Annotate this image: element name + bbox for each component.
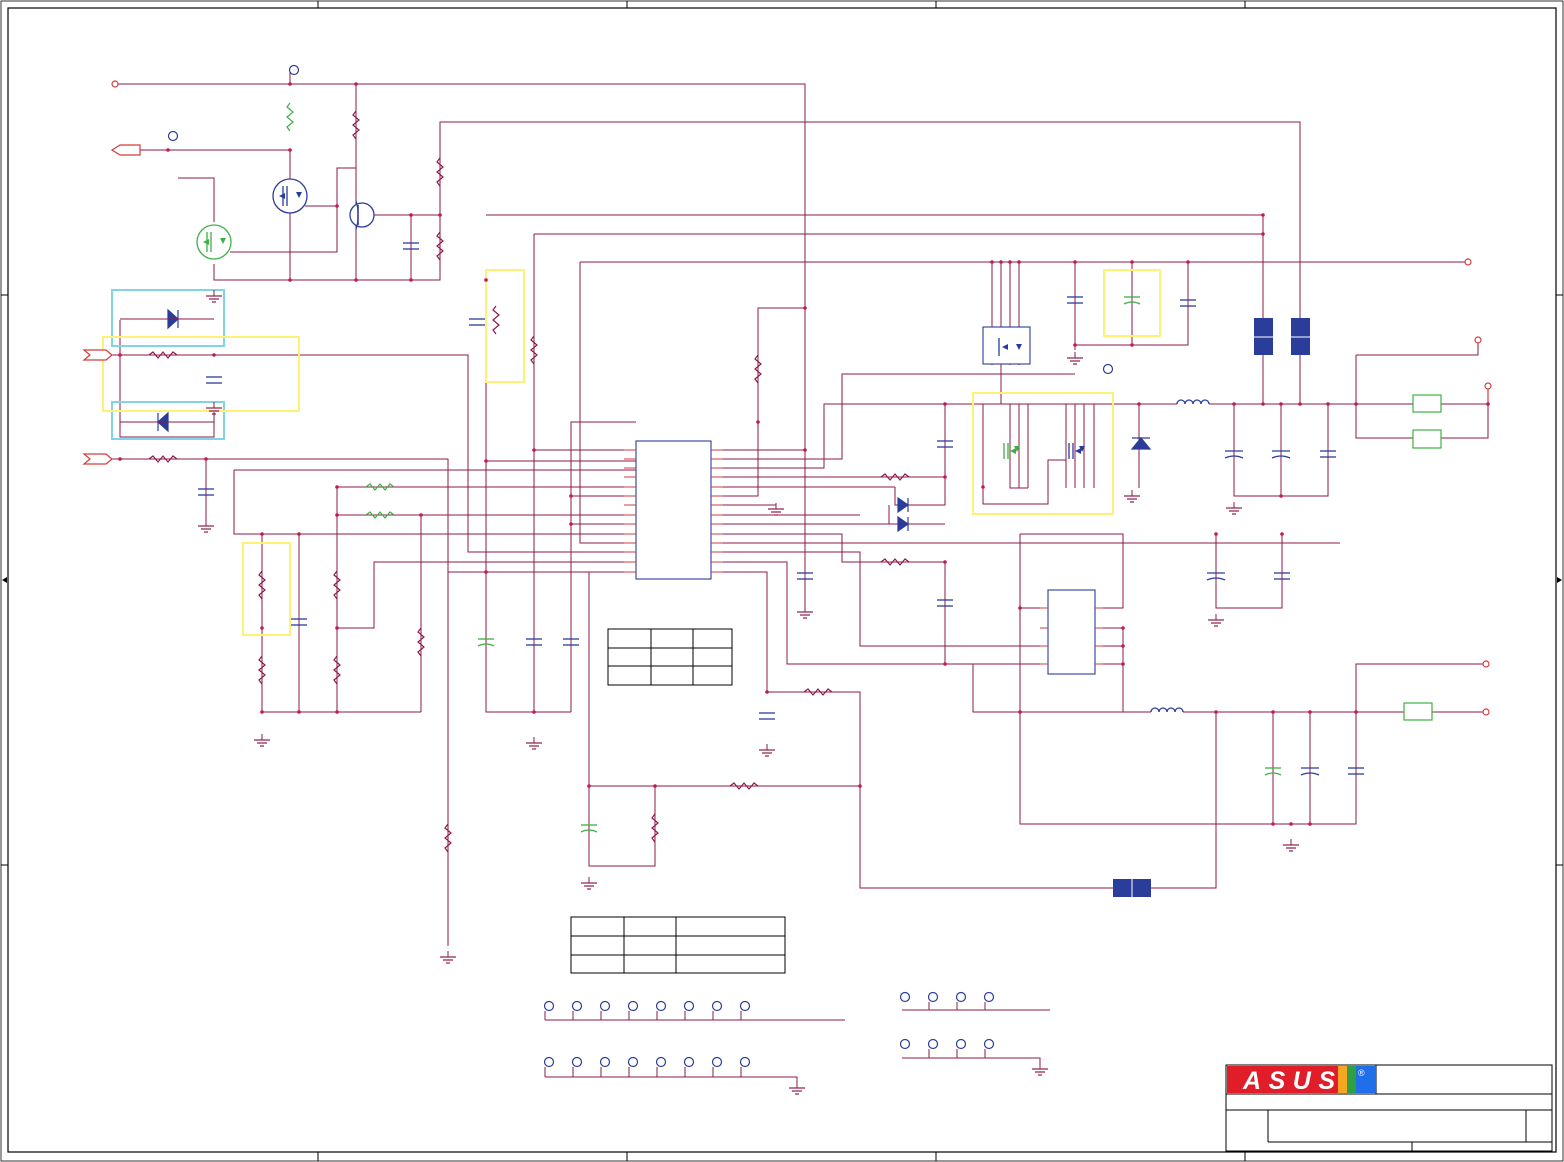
- asus-logo: ASUS ®: [1227, 1066, 1376, 1095]
- junction-dots: [118, 82, 1490, 826]
- sheet-frame: [0, 0, 1564, 1162]
- mosfet-icon: [1003, 443, 1020, 459]
- config-table-1: [607, 628, 733, 686]
- inductor-icon: [1150, 707, 1184, 713]
- resistor-icon: [286, 102, 294, 132]
- title-block: ASUS ®: [1225, 1064, 1553, 1152]
- output-fuses: [1403, 394, 1442, 721]
- wire-net: [106, 70, 1489, 946]
- diode-icon: [120, 308, 214, 330]
- config-table-2: [570, 916, 786, 974]
- mosfet-icon: [1068, 443, 1085, 459]
- capacitors: [197, 242, 1365, 833]
- test-points: [167, 64, 1114, 375]
- offpage-connector-icon: [82, 349, 113, 361]
- offpage-connector-icon: [110, 144, 141, 156]
- diode-icon: [1130, 437, 1152, 450]
- offpage-connector-icon: [82, 453, 113, 465]
- mosfet-icon: [272, 178, 308, 214]
- test-point-rows: [543, 991, 1050, 1083]
- mosfet-icon: [196, 224, 232, 260]
- inductor-icon: [1176, 399, 1210, 405]
- diode-icon: [120, 411, 214, 433]
- mosfet-icon: [982, 326, 1031, 365]
- schematic-sheet: ASUS ®: [0, 0, 1564, 1162]
- npn-transistor-icon: [349, 199, 375, 231]
- transistors: [196, 178, 1085, 459]
- controller-ic: [624, 440, 723, 580]
- regulator-ic: [1040, 589, 1103, 675]
- diode-icon: [897, 515, 910, 533]
- inductors: [1146, 399, 1214, 713]
- registered-mark: ®: [1358, 1068, 1365, 1078]
- diode-icon: [897, 496, 910, 514]
- resistor-icon: [492, 305, 500, 335]
